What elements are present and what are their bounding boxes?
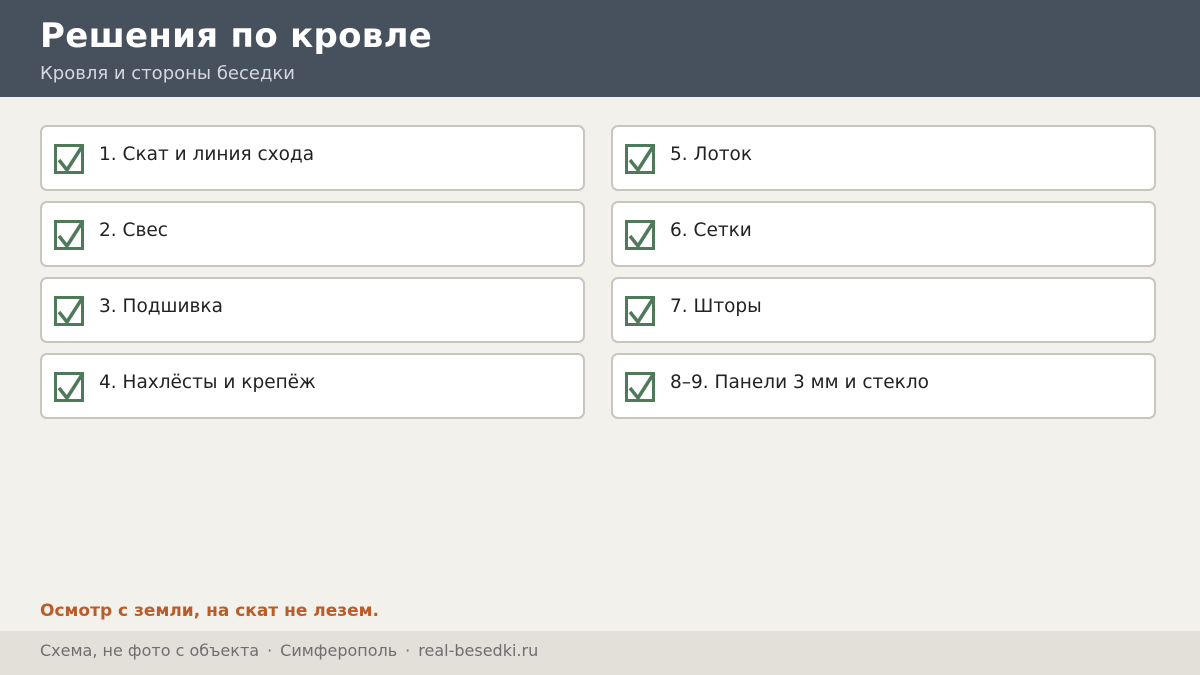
- page-title: Решения по кровле: [40, 16, 433, 56]
- checklist-grid: 1. Скат и линия схода 5. Лоток 2. Свес 6…: [40, 125, 1156, 419]
- checkbox-checked-icon: [54, 296, 85, 326]
- checklist-item-label: 1. Скат и линия схода: [99, 144, 315, 165]
- checkbox-checked-icon: [54, 220, 85, 250]
- checkbox-checked-icon: [54, 372, 85, 402]
- checklist-item-label: 8–9. Панели 3 мм и стекло: [670, 372, 929, 393]
- footer-disclaimer: Схема, не фото с объекта: [40, 641, 260, 660]
- checklist-item: 8–9. Панели 3 мм и стекло: [611, 353, 1156, 419]
- safety-note: Осмотр с земли, на скат не лезем.: [40, 601, 380, 621]
- checklist-item: 1. Скат и линия схода: [40, 125, 585, 191]
- footer-text: Схема, не фото с объекта · Симферополь · rea…: [40, 641, 538, 660]
- footer-separator: ·: [267, 641, 273, 660]
- page: Решения по кровле Кровля и стороны бесед…: [0, 0, 1200, 675]
- checkbox-checked-icon: [54, 144, 85, 174]
- footer-city: Симферополь: [280, 641, 398, 660]
- checklist-item-label: 5. Лоток: [670, 144, 753, 165]
- checklist-item: 3. Подшивка: [40, 277, 585, 343]
- checklist-item: 5. Лоток: [611, 125, 1156, 191]
- checklist-item-label: 6. Сетки: [670, 220, 752, 241]
- checklist-item-label: 4. Нахлёсты и крепёж: [99, 372, 316, 393]
- checklist-item: 2. Свес: [40, 201, 585, 267]
- checklist-item-label: 3. Подшивка: [99, 296, 223, 317]
- checklist-item: 6. Сетки: [611, 201, 1156, 267]
- checkbox-checked-icon: [625, 144, 656, 174]
- checkbox-checked-icon: [625, 220, 656, 250]
- checklist-item-label: 7. Шторы: [670, 296, 762, 317]
- checkbox-checked-icon: [625, 296, 656, 326]
- checklist-item: 7. Шторы: [611, 277, 1156, 343]
- footer-site: real-besedki.ru: [418, 641, 539, 660]
- footer-separator: ·: [405, 641, 411, 660]
- footer-bar: Схема, не фото с объекта · Симферополь · rea…: [0, 631, 1200, 675]
- checkbox-checked-icon: [625, 372, 656, 402]
- page-subtitle: Кровля и стороны беседки: [40, 63, 295, 84]
- header-bar: Решения по кровле Кровля и стороны бесед…: [0, 0, 1200, 97]
- checklist-item: 4. Нахлёсты и крепёж: [40, 353, 585, 419]
- checklist-item-label: 2. Свес: [99, 220, 168, 241]
